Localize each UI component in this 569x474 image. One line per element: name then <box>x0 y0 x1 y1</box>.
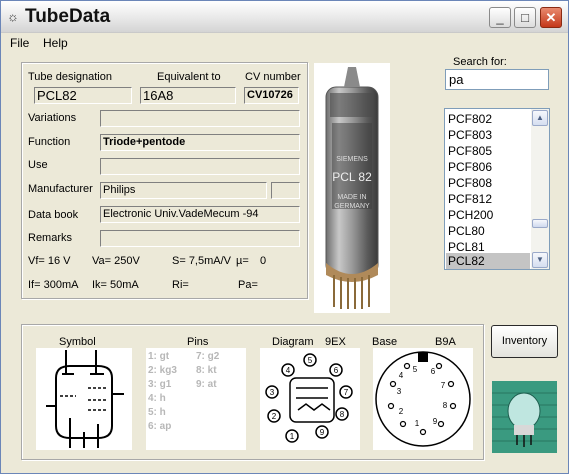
tube-photo: SIEMENS PCL 82 MADE IN GERMANY <box>314 63 390 313</box>
list-item[interactable]: PCH200 <box>446 207 530 223</box>
pin-5: 5: h <box>148 407 166 418</box>
tube-brand: SIEMENS <box>336 156 368 163</box>
diagram-code: 9EX <box>325 336 346 348</box>
list-item[interactable]: PCF805 <box>446 143 530 159</box>
search-label: Search for: <box>453 56 507 68</box>
remarks-field[interactable] <box>100 230 300 247</box>
svg-text:2: 2 <box>399 407 404 416</box>
manufacturer-label: Manufacturer <box>28 183 93 195</box>
scroll-thumb[interactable] <box>532 219 548 228</box>
svg-text:9: 9 <box>433 417 438 426</box>
diagram-image: 5 6 7 8 9 1 2 3 4 <box>260 348 360 450</box>
va-value: Va= 250V <box>92 255 140 267</box>
svg-text:3: 3 <box>270 388 275 397</box>
remarks-label: Remarks <box>28 232 73 244</box>
list-item[interactable]: PCF806 <box>446 159 530 175</box>
pin-6: 6: ap <box>148 421 172 432</box>
equivalent-field[interactable]: 16A8 <box>140 87 236 104</box>
base-code: B9A <box>435 336 456 348</box>
svg-text:6: 6 <box>334 366 339 375</box>
svg-text:3: 3 <box>397 387 402 396</box>
variations-field[interactable] <box>100 110 300 127</box>
ik-value: Ik= 50mA <box>92 279 139 291</box>
pin-2: 2: kg3 <box>148 365 177 376</box>
base-image: 5 67 89 1 2 3 4 <box>373 348 473 450</box>
svg-text:7: 7 <box>441 381 446 390</box>
list-item[interactable]: PCF812 <box>446 191 530 207</box>
if-value: If= 300mA <box>28 279 79 291</box>
scroll-down-icon[interactable]: ▼ <box>532 252 548 268</box>
tube-made-in: MADE IN <box>337 194 366 201</box>
mu-label: µ= <box>236 255 249 267</box>
close-button[interactable]: ✕ <box>540 7 562 28</box>
pin-3: 3: g1 <box>148 379 172 390</box>
pin-4: 4: h <box>148 393 166 404</box>
designation-field[interactable]: PCL82 <box>34 87 132 104</box>
tube-logo-icon <box>492 381 557 453</box>
pin-8: 8: kt <box>196 365 217 376</box>
vf-value: Vf= 16 V <box>28 255 71 267</box>
variations-label: Variations <box>28 112 77 124</box>
pin-7: 7: g2 <box>196 351 220 362</box>
svg-text:4: 4 <box>399 371 404 380</box>
svg-text:4: 4 <box>286 366 291 375</box>
svg-text:5: 5 <box>413 365 418 374</box>
designation-label: Tube designation <box>28 71 112 83</box>
window-title: TubeData <box>25 6 111 27</box>
app-icon: ☼ <box>7 9 19 24</box>
search-input[interactable]: pa <box>445 69 549 90</box>
ri-value: Ri= <box>172 279 189 291</box>
mu-value: 0 <box>260 255 267 267</box>
menu-help[interactable]: Help <box>43 36 68 50</box>
pin-9: 9: at <box>196 379 217 390</box>
app-window: ☼ TubeData _ □ ✕ File Help Tube designat… <box>0 0 569 474</box>
title-bar[interactable]: ☼ TubeData _ □ ✕ <box>1 1 568 33</box>
svg-text:6: 6 <box>431 367 436 376</box>
symbol-label: Symbol <box>59 336 96 348</box>
tube-made-country: GERMANY <box>334 203 370 210</box>
manufacturer-code-field[interactable] <box>271 182 300 199</box>
list-item[interactable]: PCF803 <box>446 127 530 143</box>
tube-type: PCL 82 <box>332 170 372 184</box>
svg-text:7: 7 <box>344 388 349 397</box>
minimize-button[interactable]: _ <box>489 7 511 28</box>
svg-text:2: 2 <box>272 412 277 421</box>
list-scrollbar[interactable]: ▲ ▼ <box>531 109 549 269</box>
list-item[interactable]: PCF802 <box>446 111 530 127</box>
use-label: Use <box>28 159 48 171</box>
list-item[interactable]: PCF808 <box>446 175 530 191</box>
use-field[interactable] <box>100 158 300 175</box>
list-item[interactable]: PCL80 <box>446 223 530 239</box>
cv-field[interactable]: CV10726 <box>244 87 299 104</box>
pa-value: Pa= <box>238 279 258 291</box>
svg-text:9: 9 <box>320 428 325 437</box>
s-value: S= 7,5mA/V <box>172 255 232 267</box>
base-label: Base <box>372 336 398 348</box>
svg-text:5: 5 <box>308 356 313 365</box>
tube-list[interactable]: PCF802 PCF803 PCF805 PCF806 PCF808 PCF81… <box>444 108 550 270</box>
databook-label: Data book <box>28 209 79 221</box>
function-field[interactable]: Triode+pentode <box>100 134 300 151</box>
list-item-selected[interactable]: PCL82 <box>446 253 530 269</box>
menu-bar: File Help <box>1 34 568 54</box>
pin-1: 1: gt <box>148 351 170 362</box>
cv-label: CV number <box>245 71 301 83</box>
svg-text:8: 8 <box>443 401 448 410</box>
manufacturer-field[interactable]: Philips <box>100 182 267 199</box>
diagram-label: Diagram <box>272 336 314 348</box>
pins-label: Pins <box>187 336 209 348</box>
svg-text:1: 1 <box>415 419 420 428</box>
maximize-button[interactable]: □ <box>514 7 536 28</box>
pins-list: 1: gt 2: kg3 3: g1 4: h 5: h 6: ap 7: g2… <box>146 348 246 450</box>
svg-text:1: 1 <box>290 432 295 441</box>
databook-field[interactable]: Electronic Univ.VadeMecum -94 <box>100 206 300 223</box>
symbol-image <box>36 348 132 450</box>
function-label: Function <box>28 136 71 148</box>
scroll-up-icon[interactable]: ▲ <box>532 110 548 126</box>
menu-file[interactable]: File <box>10 36 29 50</box>
equivalent-label: Equivalent to <box>157 71 221 83</box>
svg-text:8: 8 <box>340 410 345 419</box>
inventory-button[interactable]: Inventory <box>491 325 558 358</box>
